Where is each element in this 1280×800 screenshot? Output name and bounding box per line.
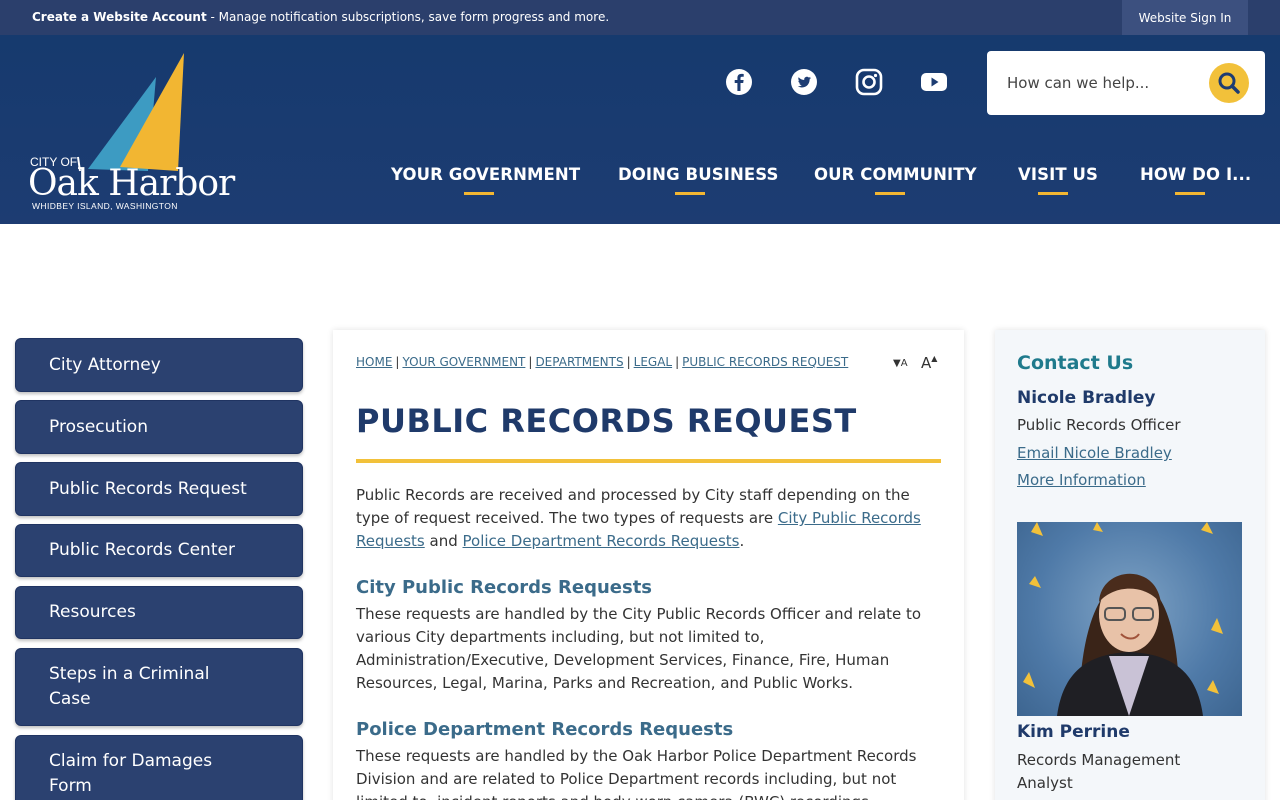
page-title: PUBLIC RECORDS REQUEST: [356, 402, 857, 440]
contact-role-1: Public Records Officer: [1017, 416, 1181, 434]
breadcrumb-public-records-request[interactable]: PUBLIC RECORDS REQUEST: [682, 355, 848, 369]
facebook-icon[interactable]: [725, 68, 753, 96]
logo-name: Oak Harbor: [28, 163, 235, 204]
sidebar-item-prosecution[interactable]: Prosecution: [15, 400, 303, 454]
city-records-heading: City Public Records Requests: [356, 577, 653, 598]
nav-doing-business[interactable]: DOING BUSINESS: [618, 165, 778, 184]
nav-underline: [464, 192, 494, 195]
contact-name-2: Kim Perrine: [1017, 722, 1130, 742]
main-content: HOME | YOUR GOVERNMENT | DEPARTMENTS | LEGAL | P…: [333, 330, 964, 800]
breadcrumb-your-government[interactable]: YOUR GOVERNMENT: [402, 355, 525, 369]
search-icon: [1218, 72, 1240, 94]
sidebar-item-steps-criminal-case[interactable]: Steps in a Criminal Case: [15, 648, 303, 726]
contact-role-2: Records Management Analyst: [1017, 751, 1181, 792]
sidebar-item-public-records-center[interactable]: Public Records Center: [15, 524, 303, 577]
decrease-text-label: A: [900, 358, 908, 369]
contact-panel: Contact Us Nicole Bradley Public Records…: [995, 330, 1265, 800]
nav-how-do-i[interactable]: HOW DO I...: [1140, 165, 1251, 184]
breadcrumb: HOME | YOUR GOVERNMENT | DEPARTMENTS | LEGAL | P…: [356, 355, 849, 369]
police-records-heading: Police Department Records Requests: [356, 719, 734, 740]
search-button[interactable]: [1209, 63, 1249, 103]
intro-and: and: [424, 532, 463, 550]
nav-your-government[interactable]: YOUR GOVERNMENT: [391, 165, 580, 184]
nav-visit-us[interactable]: VISIT US: [1018, 165, 1098, 184]
sidebar-item-city-attorney[interactable]: City Attorney: [15, 338, 303, 392]
breadcrumb-legal[interactable]: LEGAL: [634, 355, 672, 369]
staff-portrait-icon: [1023, 522, 1223, 716]
police-records-text: These requests are handled by the Oak Ha…: [356, 747, 917, 800]
youtube-icon[interactable]: [920, 68, 948, 96]
nav-our-community[interactable]: OUR COMMUNITY: [814, 165, 977, 184]
title-divider: [356, 459, 941, 463]
intro-paragraph: Public Records are received and processe…: [356, 484, 941, 553]
search-input[interactable]: [1007, 71, 1197, 95]
sidebar-item-resources[interactable]: Resources: [15, 586, 303, 639]
create-account-message: Create a Website Account - Manage notifi…: [32, 10, 609, 24]
logo-tagline: WHIDBEY ISLAND, WASHINGTON: [32, 201, 178, 211]
police-records-link[interactable]: Police Department Records Requests: [463, 532, 740, 550]
city-records-text: These requests are handled by the City P…: [356, 605, 922, 692]
create-account-link[interactable]: Create a Website Account: [32, 10, 207, 24]
site-header: CITY OF Oak Harbor WHIDBEY ISLAND, WASHI…: [0, 35, 1280, 224]
nav-underline: [875, 192, 905, 195]
search-box: [987, 51, 1265, 115]
caret-down-icon: ▼: [893, 358, 901, 369]
intro-end: .: [739, 532, 745, 550]
sidebar-item-public-records-request[interactable]: Public Records Request: [15, 462, 303, 516]
website-sign-in-button[interactable]: Website Sign In: [1122, 0, 1248, 35]
more-information-link[interactable]: More Information: [1017, 471, 1146, 489]
instagram-icon[interactable]: [855, 68, 883, 96]
staff-photo: [1017, 522, 1242, 716]
contact-name-1: Nicole Bradley: [1017, 388, 1156, 408]
top-bar: Create a Website Account - Manage notifi…: [0, 0, 1280, 35]
breadcrumb-departments[interactable]: DEPARTMENTS: [535, 355, 623, 369]
nav-underline: [1038, 192, 1068, 195]
contact-heading: Contact Us: [1017, 352, 1134, 374]
sidebar-item-claim-for-damages[interactable]: Claim for Damages Form: [15, 735, 303, 800]
nav-underline: [675, 192, 705, 195]
breadcrumb-home[interactable]: HOME: [356, 355, 392, 369]
nav-underline: [1175, 192, 1205, 195]
caret-up-icon: ▲: [931, 354, 938, 363]
create-account-description: - Manage notification subscriptions, sav…: [206, 10, 610, 24]
email-contact-link[interactable]: Email Nicole Bradley: [1017, 444, 1172, 462]
increase-text-size-button[interactable]: A▲: [921, 354, 937, 372]
increase-text-label: A: [921, 354, 932, 372]
decrease-text-size-button[interactable]: ▼A: [893, 354, 908, 370]
twitter-icon[interactable]: [790, 68, 818, 96]
city-logo[interactable]: CITY OF Oak Harbor WHIDBEY ISLAND, WASHI…: [28, 49, 235, 211]
